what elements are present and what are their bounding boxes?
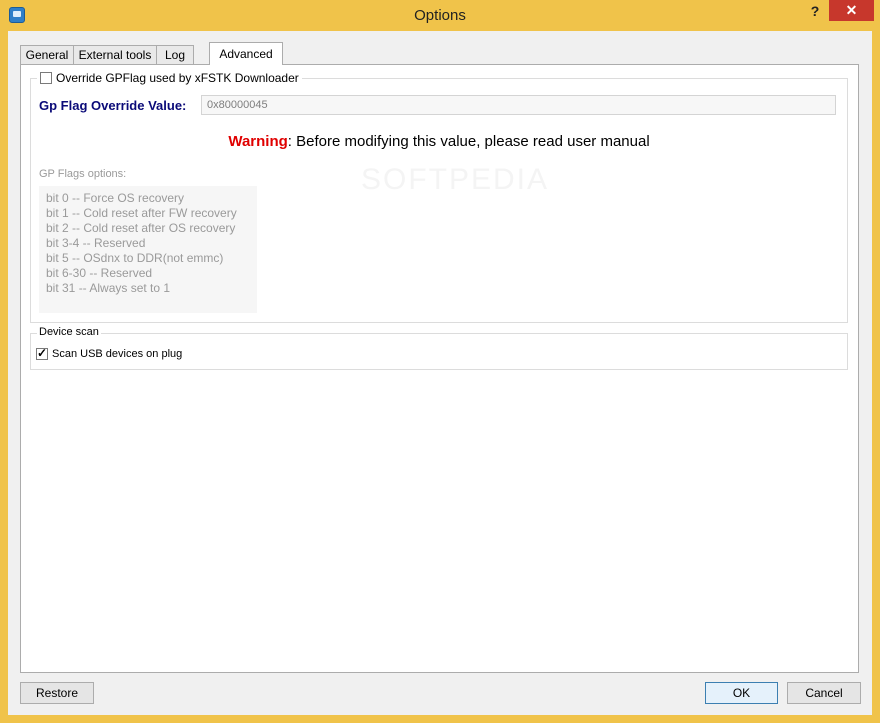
help-button[interactable]: ? xyxy=(803,0,827,24)
warning-message: Warning: Before modifying this value, pl… xyxy=(31,133,847,150)
warning-text: : Before modifying this value, please re… xyxy=(287,133,650,150)
device-scan-title: Device scan xyxy=(37,326,101,338)
tab-general[interactable]: General xyxy=(20,45,74,64)
title-bar: Options ? ✕ xyxy=(0,0,880,31)
restore-button[interactable]: Restore xyxy=(20,682,94,704)
scan-usb-checkbox[interactable] xyxy=(36,346,48,360)
window-title: Options xyxy=(414,7,466,24)
override-gpflag-checkbox[interactable] xyxy=(40,72,52,84)
list-item: bit 0 -- Force OS recovery xyxy=(46,191,185,205)
tab-external-tools[interactable]: External tools xyxy=(73,45,157,64)
tab-log[interactable]: Log xyxy=(156,45,194,64)
ok-button[interactable]: OK xyxy=(705,682,778,704)
list-item: bit 2 -- Cold reset after OS recovery xyxy=(46,221,236,235)
override-checkbox-row[interactable]: Override GPFlag used by xFSTK Downloader xyxy=(37,71,302,85)
warning-word: Warning xyxy=(228,133,288,150)
tab-advanced[interactable]: Advanced xyxy=(209,42,283,65)
gp-flag-override-label: Gp Flag Override Value: xyxy=(39,98,187,113)
device-scan-group: Device scan Scan USB devices on plug xyxy=(30,326,848,370)
list-item: bit 1 -- Cold reset after FW recovery xyxy=(46,206,237,220)
close-button[interactable]: ✕ xyxy=(829,0,874,21)
list-item: bit 5 -- OSdnx to DDR(not emmc) xyxy=(46,251,224,265)
scan-usb-row[interactable]: Scan USB devices on plug xyxy=(36,346,183,360)
list-item: bit 31 -- Always set to 1 xyxy=(46,281,171,295)
override-gpflag-label: Override GPFlag used by xFSTK Downloader xyxy=(56,71,299,85)
options-window: Options ? ✕ General External tools Log A… xyxy=(0,0,880,723)
scan-usb-label: Scan USB devices on plug xyxy=(52,348,183,360)
dialog-client-area: General External tools Log Advanced SOFT… xyxy=(8,31,872,715)
advanced-tab-panel: SOFTPEDIA Override GPFlag used by xFSTK … xyxy=(20,64,859,673)
cancel-button[interactable]: Cancel xyxy=(787,682,861,704)
gp-flag-value-field[interactable]: 0x80000045 xyxy=(201,95,836,115)
list-item: bit 6-30 -- Reserved xyxy=(46,266,153,280)
list-item: bit 3-4 -- Reserved xyxy=(46,236,146,250)
gp-flags-list: bit 0 -- Force OS recovery bit 1 -- Cold… xyxy=(39,186,257,313)
gp-flags-options-label: GP Flags options: xyxy=(39,168,127,180)
gp-flag-group: Override GPFlag used by xFSTK Downloader… xyxy=(30,71,848,323)
